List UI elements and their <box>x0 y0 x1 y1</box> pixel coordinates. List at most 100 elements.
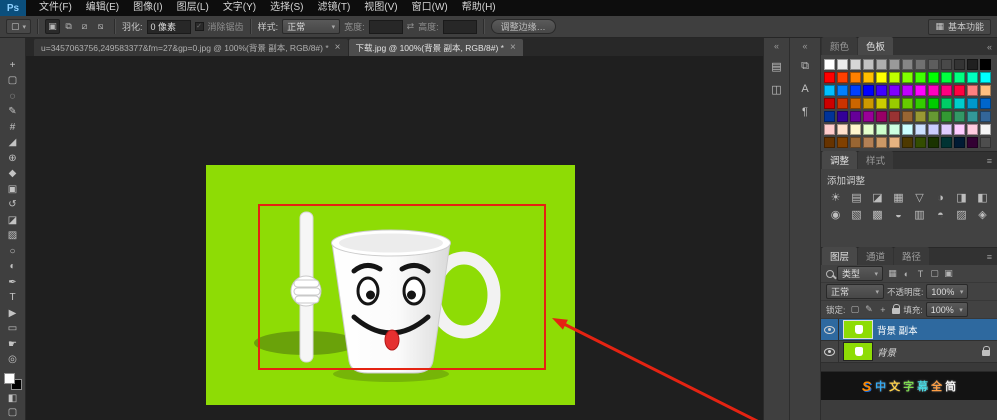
invert-adjustment-icon[interactable]: ◒ <box>888 206 909 223</box>
color-swatch[interactable] <box>954 59 965 70</box>
color-swatch[interactable] <box>902 85 913 96</box>
color-swatch[interactable] <box>824 98 835 109</box>
new-selection-mode[interactable]: ▣ <box>45 19 60 34</box>
document-tab[interactable]: 下载.jpg @ 100%(背景 副本, RGB/8#) * × <box>349 39 523 56</box>
color-swatch[interactable] <box>954 111 965 122</box>
color-swatch[interactable] <box>967 59 978 70</box>
color-swatch[interactable] <box>863 137 874 148</box>
history-brush-tool[interactable]: ↺ <box>2 198 24 214</box>
hand-tool[interactable]: ☛ <box>2 337 24 353</box>
panel-tab[interactable]: 色板 <box>858 37 893 55</box>
color-swatch[interactable] <box>889 72 900 83</box>
color-swatch[interactable] <box>850 98 861 109</box>
color-balance-adjustment-icon[interactable]: ◨ <box>951 189 972 206</box>
color-swatch[interactable] <box>863 59 874 70</box>
color-swatch[interactable] <box>850 137 861 148</box>
width-input[interactable] <box>369 20 403 34</box>
type-tool[interactable]: T <box>2 291 24 307</box>
filter-shape-layers-icon[interactable]: ▢ <box>928 267 941 281</box>
color-swatch[interactable] <box>863 124 874 135</box>
style-select[interactable]: 正常 ▾ <box>282 19 340 34</box>
lock-position-icon[interactable]: + <box>876 303 889 317</box>
menu-item[interactable]: 编辑(E) <box>79 0 126 16</box>
color-swatch[interactable] <box>915 59 926 70</box>
panel-tab[interactable]: 样式 <box>858 151 893 169</box>
layer-row[interactable]: 背景 副本 <box>821 319 997 341</box>
color-swatch[interactable] <box>941 72 952 83</box>
gradient-tool[interactable]: ▨ <box>2 229 24 245</box>
color-swatch[interactable] <box>876 137 887 148</box>
collapse-dock-icon[interactable]: « <box>774 38 779 53</box>
color-swatch[interactable] <box>967 98 978 109</box>
color-swatch[interactable] <box>876 85 887 96</box>
color-swatch[interactable] <box>863 72 874 83</box>
layer-visibility-toggle[interactable] <box>821 341 839 362</box>
menu-item[interactable]: 图层(L) <box>170 0 216 16</box>
color-swatch[interactable] <box>928 59 939 70</box>
color-swatch[interactable] <box>980 85 991 96</box>
collapse-dock-icon[interactable]: « <box>982 42 997 55</box>
color-swatch[interactable] <box>902 59 913 70</box>
lasso-tool[interactable]: ◌ <box>2 89 24 105</box>
color-swatch[interactable] <box>902 72 913 83</box>
layer-visibility-toggle[interactable] <box>821 319 839 340</box>
color-swatch[interactable] <box>863 111 874 122</box>
color-swatch[interactable] <box>928 85 939 96</box>
shape-tool[interactable]: ▭ <box>2 322 24 338</box>
brush-tool[interactable]: ◆ <box>2 167 24 183</box>
foreground-background-colors[interactable] <box>4 373 22 390</box>
color-swatch[interactable] <box>980 137 991 148</box>
properties-panel-icon[interactable]: ◫ <box>766 79 788 99</box>
color-swatch[interactable] <box>967 72 978 83</box>
color-swatch[interactable] <box>941 137 952 148</box>
info-panel-icon[interactable]: ⧉ <box>794 56 816 76</box>
rectangular-marquee-tool[interactable]: ▢ <box>2 74 24 90</box>
menu-item[interactable]: 选择(S) <box>263 0 310 16</box>
color-swatch[interactable] <box>941 85 952 96</box>
lock-all-icon[interactable] <box>892 308 900 314</box>
add-to-selection-mode[interactable]: ⧉ <box>61 19 76 34</box>
color-swatch[interactable] <box>876 59 887 70</box>
color-swatch[interactable] <box>824 85 835 96</box>
color-swatch[interactable] <box>941 98 952 109</box>
color-swatch[interactable] <box>928 98 939 109</box>
color-swatch[interactable] <box>954 72 965 83</box>
levels-adjustment-icon[interactable]: ▤ <box>846 189 867 206</box>
menu-item[interactable]: 文件(F) <box>32 0 79 16</box>
exposure-adjustment-icon[interactable]: ▦ <box>888 189 909 206</box>
pen-tool[interactable]: ✒ <box>2 275 24 291</box>
color-swatch[interactable] <box>863 98 874 109</box>
color-swatch[interactable] <box>915 124 926 135</box>
color-swatch[interactable] <box>954 124 965 135</box>
opacity-select[interactable]: 100% ▾ <box>926 284 968 299</box>
color-swatch[interactable] <box>837 111 848 122</box>
color-swatch[interactable] <box>837 98 848 109</box>
collapse-dock-icon[interactable]: « <box>802 38 807 53</box>
color-swatch[interactable] <box>928 72 939 83</box>
filter-pixel-layers-icon[interactable]: ▦ <box>886 267 899 281</box>
color-swatch[interactable] <box>902 111 913 122</box>
vibrance-adjustment-icon[interactable]: ▽ <box>909 189 930 206</box>
color-swatch[interactable] <box>889 85 900 96</box>
quick-mask-button[interactable]: ◧ <box>2 392 24 406</box>
screen-mode-button[interactable]: ▢ <box>2 406 24 420</box>
color-swatch[interactable] <box>850 85 861 96</box>
fill-select[interactable]: 100% ▾ <box>926 302 968 317</box>
color-swatch[interactable] <box>837 124 848 135</box>
path-selection-tool[interactable]: ▶ <box>2 306 24 322</box>
menu-item[interactable]: 视图(V) <box>357 0 404 16</box>
panel-menu-icon[interactable]: ≡ <box>982 252 997 265</box>
feather-input[interactable]: 0 像素 <box>147 20 191 34</box>
layer-thumbnail[interactable] <box>844 343 872 360</box>
color-swatch[interactable] <box>889 137 900 148</box>
color-swatch[interactable] <box>967 137 978 148</box>
refine-edge-button[interactable]: 调整边缘… <box>491 19 556 34</box>
color-swatch[interactable] <box>941 111 952 122</box>
tab-close-icon[interactable]: × <box>335 42 341 53</box>
color-swatch[interactable] <box>837 72 848 83</box>
document-tab[interactable]: u=3457063756,249583377&fm=27&gp=0.jpg @ … <box>34 39 348 56</box>
color-swatch[interactable] <box>980 98 991 109</box>
color-swatch[interactable] <box>889 111 900 122</box>
channel-mixer-adjustment-icon[interactable]: ▧ <box>846 206 867 223</box>
blur-tool[interactable]: ○ <box>2 244 24 260</box>
